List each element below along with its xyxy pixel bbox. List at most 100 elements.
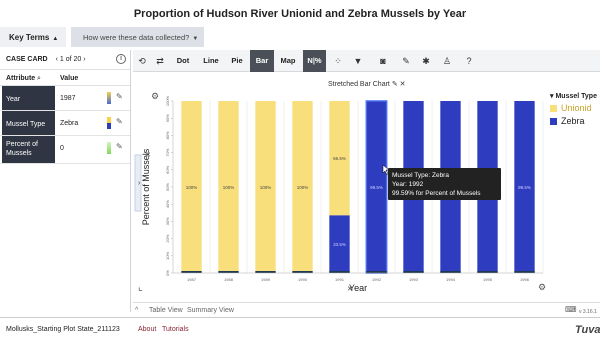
value-column-label: Value [60, 75, 79, 82]
tutorials-link[interactable]: Tutorials [162, 326, 189, 333]
data-label: 99.5% [518, 185, 531, 190]
legend-swatch [550, 105, 557, 112]
tuva-logo: Tuva [575, 324, 600, 336]
caret-down-icon: ▼ [192, 36, 199, 42]
pie-button[interactable]: Pie [229, 50, 245, 72]
bottom-tabs: ^ Table View Summary View ⌨ v 3.16.1 [133, 302, 600, 316]
tooltip-line: Year: 1992 [392, 181, 424, 188]
y-tick-label: 0% [165, 270, 170, 276]
pencil-icon[interactable]: ✎ [116, 92, 123, 101]
person-icon[interactable]: ♙ [440, 50, 454, 72]
tooltip-line: Mussel Type: Zebra [392, 172, 449, 179]
case-row-mussel-type: Mussel Type Zebra ✎ [0, 111, 130, 136]
scatter-icon[interactable]: ⁘ [331, 50, 345, 72]
attribute-column-label: Attribute [6, 75, 36, 82]
attribute-value[interactable]: 1987 [60, 95, 76, 102]
case-card-column-header: Attribute ⌕ Value [0, 70, 130, 86]
history-icon[interactable]: ⟲ [135, 50, 149, 72]
help-icon[interactable]: ? [462, 50, 476, 72]
tooltip-line: 99.59% for Percent of Mussels [392, 190, 481, 197]
y-tick-label: 100% [165, 95, 170, 106]
tooltip: Mussel Type: Zebra Year: 1992 99.59% for… [388, 168, 501, 200]
pencil-icon[interactable]: ✎ [116, 117, 123, 126]
y-tick-label: 50% [165, 183, 170, 191]
footer: Mollusks_Starting Plot State_211123 Abou… [0, 317, 600, 340]
swap-icon[interactable]: ⇄ [153, 50, 167, 72]
color-swatch[interactable] [107, 117, 111, 129]
attribute-name: Mussel Type [2, 111, 55, 135]
bar-button[interactable]: Bar [250, 50, 274, 72]
info-icon[interactable]: i [116, 54, 126, 64]
case-card-nav-label: 1 of 20 [59, 56, 82, 63]
search-icon[interactable]: ⌕ [37, 75, 41, 83]
attribute-value[interactable]: 0 [60, 145, 64, 152]
tab-table-view[interactable]: Table View [149, 307, 183, 314]
gear-icon[interactable]: ⚙ [538, 282, 546, 292]
legend-swatch [550, 118, 557, 125]
resize-icon[interactable]: ⌞ [138, 282, 143, 293]
legend-label: Zebra [561, 116, 585, 126]
plot-area: Stretched Bar Chart ✎ ✕ ⚙ Percent of Muss… [133, 73, 600, 301]
y-tick-label: 20% [165, 234, 170, 242]
attribute-value[interactable]: Zebra [60, 120, 78, 127]
x-tick-label: 1994 [446, 277, 456, 282]
data-label: 100% [297, 185, 309, 190]
data-label: 100% [223, 185, 235, 190]
dot-button[interactable]: Dot [175, 50, 191, 72]
gear-icon[interactable]: ⚙ [151, 91, 159, 101]
legend-item-unionid[interactable]: Unionid [550, 103, 597, 113]
pencil-icon[interactable]: ✎ [116, 142, 123, 151]
how-collected-label: How were these data collected? [83, 33, 190, 42]
y-tick-label: 70% [165, 148, 170, 156]
key-terms-label: Key Terms [9, 33, 50, 42]
close-icon[interactable]: ✕ [347, 286, 353, 293]
brush-icon[interactable]: ✎ [399, 50, 413, 72]
legend-title-text: Mussel Type [555, 93, 597, 100]
about-link[interactable]: About [138, 326, 156, 333]
key-terms-button[interactable]: Key Terms ▲ [0, 27, 66, 47]
case-card-panel: CASE CARD ‹ 1 of 20 › i Attribute ⌕ Valu… [0, 50, 131, 312]
x-tick-label: 1990 [298, 277, 308, 282]
y-tick-label: 60% [165, 165, 170, 173]
bar-chart[interactable]: ⚙Percent of Mussels✕›100%90%80%70%60%50%… [133, 73, 600, 301]
keyboard-icon[interactable]: ⌨ [565, 305, 577, 314]
x-tick-label: 1991 [335, 277, 345, 282]
y-tick-label: 90% [165, 114, 170, 122]
camera-icon[interactable]: ◙ [376, 50, 390, 72]
x-tick-label: 1993 [409, 277, 419, 282]
n-percent-button[interactable]: N|% [303, 50, 326, 72]
y-tick-label: 30% [165, 217, 170, 225]
line-button[interactable]: Line [201, 50, 221, 72]
x-tick-label: 1989 [261, 277, 271, 282]
data-label: 100% [260, 185, 272, 190]
version-label: v 3.16.1 [579, 309, 597, 315]
tab-summary-view[interactable]: Summary View [187, 307, 234, 314]
x-tick-label: 1988 [224, 277, 234, 282]
gear-icon[interactable]: ✱ [419, 50, 433, 72]
legend-item-zebra[interactable]: Zebra [550, 116, 597, 126]
filter-icon[interactable]: ▼ [351, 50, 365, 72]
caret-up-icon[interactable]: ^ [135, 307, 138, 314]
case-row-percent: Percent of Mussels 0 ✎ [0, 136, 130, 164]
color-swatch[interactable] [107, 92, 111, 104]
x-tick-label: 1996 [520, 277, 530, 282]
color-swatch[interactable] [107, 142, 111, 154]
x-tick-label: 1992 [372, 277, 382, 282]
attribute-name: Percent of Mussels [2, 136, 55, 163]
y-axis-label: Percent of Mussels [141, 148, 151, 225]
data-label: 100% [186, 185, 198, 190]
map-button[interactable]: Map [279, 50, 297, 72]
x-tick-label: 1987 [187, 277, 197, 282]
case-card-nav[interactable]: ‹ 1 of 20 › [56, 56, 86, 63]
close-icon[interactable]: ✕ [145, 152, 151, 159]
case-card-header: CASE CARD ‹ 1 of 20 › i [0, 50, 130, 70]
file-name: Mollusks_Starting Plot State_211123 [6, 326, 120, 333]
case-row-year: Year 1987 ✎ [0, 86, 130, 111]
attribute-name: Year [2, 86, 55, 110]
page-title: Proportion of Hudson River Unionid and Z… [133, 8, 467, 20]
data-label: 99.5% [370, 185, 383, 190]
data-label: 33.5% [333, 242, 346, 247]
legend-title: ▾ Mussel Type [550, 93, 597, 100]
caret-up-icon: ▲ [52, 36, 59, 42]
how-collected-button[interactable]: How were these data collected? ▼ [71, 27, 204, 47]
